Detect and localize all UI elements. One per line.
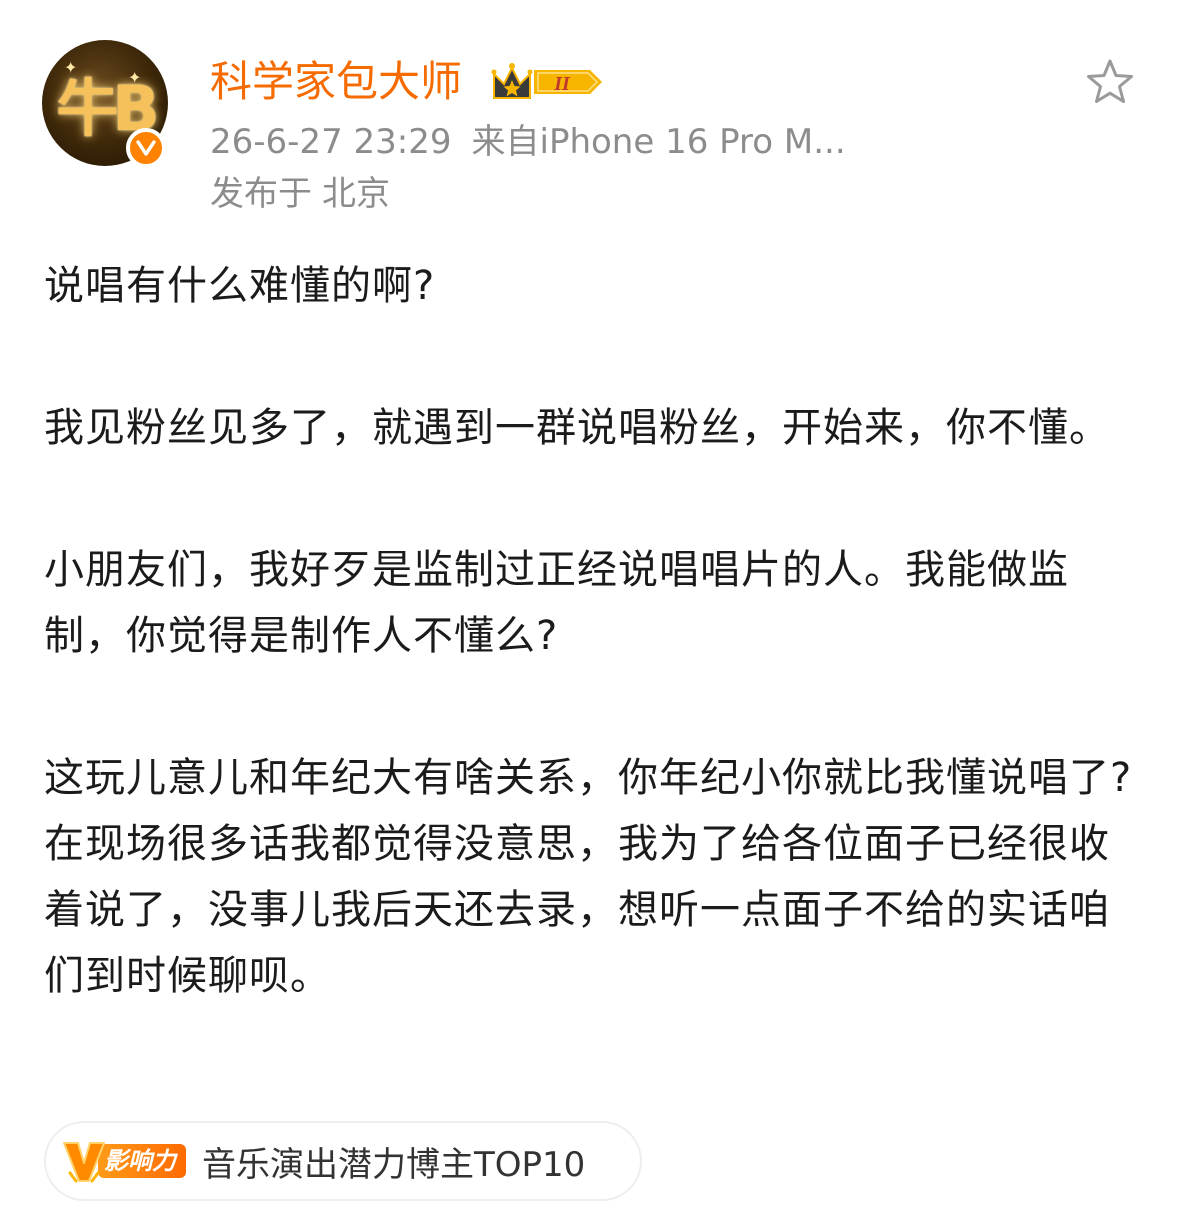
- post-paragraph: 说唱有什么难懂的啊?: [44, 263, 436, 309]
- username[interactable]: 科学家包大师: [210, 54, 462, 110]
- post-location: 发布于 北京: [210, 172, 390, 216]
- influence-text: 音乐演出潜力博主TOP10: [202, 1144, 586, 1185]
- post-time: 26-6-27 23:29: [210, 122, 452, 162]
- sparkle-icon: ✦: [128, 68, 142, 87]
- influence-badge-label: 影响力: [98, 1144, 186, 1178]
- sparkle-icon: ✦: [64, 58, 78, 77]
- post-content: 说唱有什么难懂的啊? 我见粉丝见多了，就遇到一群说唱粉丝，开始来，你不懂。 小朋…: [44, 253, 1136, 1009]
- svg-text:II: II: [553, 73, 571, 95]
- post-paragraph: 我见粉丝见多了，就遇到一群说唱粉丝，开始来，你不懂。: [44, 405, 1110, 451]
- post-paragraph: 这玩儿意儿和年纪大有啥关系，你年纪小你就比我懂说唱了?在现场很多话我都觉得没意思…: [44, 755, 1133, 999]
- star-outline-icon[interactable]: [1084, 56, 1136, 108]
- influence-v-icon: [62, 1137, 106, 1185]
- vip-crown-icon[interactable]: II: [490, 60, 606, 104]
- location-value: 北京: [322, 174, 390, 214]
- post-meta: 26-6-27 23:29 来自iPhone 16 Pro M...: [210, 120, 890, 164]
- influence-logo: 影响力: [62, 1137, 186, 1185]
- post-source: 来自iPhone 16 Pro M...: [471, 122, 846, 162]
- influence-tag[interactable]: 影响力 音乐演出潜力博主TOP10: [44, 1121, 642, 1201]
- verified-v-icon: [126, 128, 166, 168]
- post-paragraph: 小朋友们，我好歹是监制过正经说唱唱片的人。我能做监制，你觉得是制作人不懂么?: [44, 547, 1069, 659]
- location-prefix: 发布于: [210, 174, 312, 214]
